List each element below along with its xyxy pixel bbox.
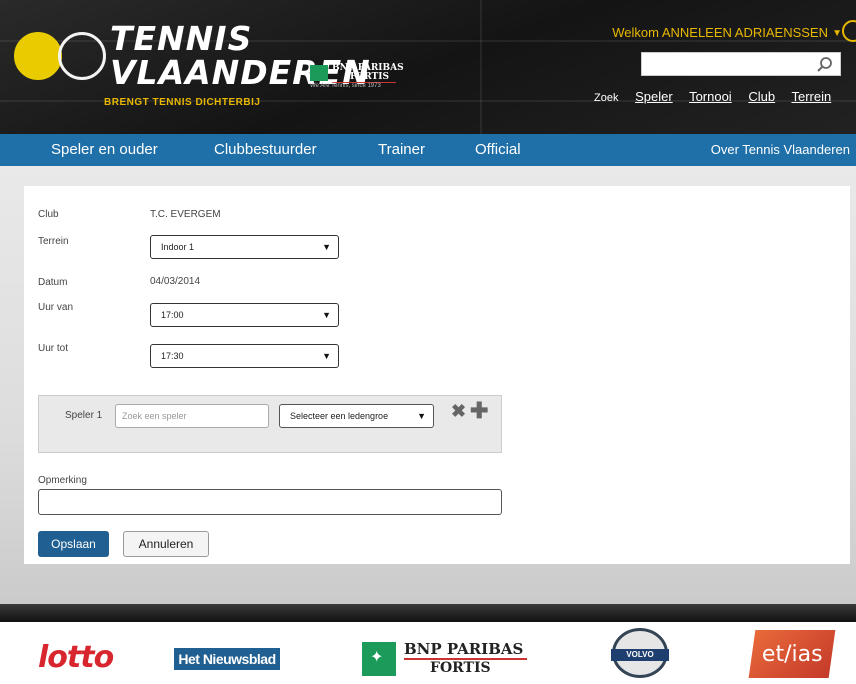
uur-van-select[interactable]: 17:00 ▼ <box>150 303 339 327</box>
remove-player-icon[interactable]: ✖ <box>451 401 466 422</box>
bnp-fortis-logo-name[interactable]: FORTIS <box>430 660 491 676</box>
uur-tot-selected: 17:30 <box>161 351 184 361</box>
nav-item-speler-en-ouder[interactable]: Speler en ouder <box>51 141 158 158</box>
bnp-star-icon[interactable]: ✦ <box>362 642 396 676</box>
search-input[interactable] <box>641 52 841 76</box>
tennis-ball-outline-icon <box>58 32 106 80</box>
reservation-form: Club T.C. EVERGEM Terrein Indoor 1 ▼ Dat… <box>24 186 850 564</box>
datum-label: Datum <box>38 277 68 288</box>
opmerking-label: Opmerking <box>38 475 87 486</box>
volvo-logo[interactable]: VOLVO <box>611 628 669 678</box>
chevron-down-icon: ▼ <box>322 351 331 361</box>
main-nav: Speler en ouder Clubbestuurder Trainer O… <box>0 134 856 166</box>
star-icon: ✦ <box>370 649 384 666</box>
user-avatar-icon[interactable] <box>842 20 856 42</box>
search-links-label: Zoek <box>594 92 619 104</box>
tennis-vlaanderen-logo[interactable]: TENNIS VLAANDEREN BRENGT TENNIS DICHTERB… <box>14 19 370 122</box>
user-dropdown-caret-icon[interactable]: ▼ <box>832 28 842 39</box>
uur-tot-select[interactable]: 17:30 ▼ <box>150 344 339 368</box>
member-group-selected: Selecteer een ledengroe <box>290 411 389 421</box>
club-label: Club <box>38 209 59 220</box>
uur-van-label: Uur van <box>38 302 74 313</box>
chevron-down-icon: ▼ <box>322 242 331 252</box>
player-search-placeholder: Zoek een speler <box>122 411 187 421</box>
player-label: Speler 1 <box>65 410 103 421</box>
terrein-selected: Indoor 1 <box>161 242 195 252</box>
het-nieuwsblad-logo[interactable]: Het Nieuwsblad <box>174 648 280 670</box>
search-link-terrein[interactable]: Terrein <box>791 89 831 104</box>
ethias-logo-text: et/ias <box>761 642 823 667</box>
nav-item-trainer[interactable]: Trainer <box>378 141 425 158</box>
search-category-links: Zoek Speler Tornooi Club Terrein <box>594 89 844 104</box>
search-link-club[interactable]: Club <box>748 89 775 104</box>
volvo-logo-text: VOLVO <box>611 649 669 661</box>
nav-item-over-tennis-vlaanderen[interactable]: Over Tennis Vlaanderen <box>711 142 850 157</box>
uur-van-selected: 17:00 <box>161 310 184 320</box>
bnp-star-icon <box>310 65 328 81</box>
datum-value: 04/03/2014 <box>150 276 201 287</box>
search-link-tornooi[interactable]: Tornooi <box>689 89 732 104</box>
chevron-down-icon: ▼ <box>417 411 426 421</box>
chevron-down-icon: ▼ <box>322 310 331 320</box>
logo-title-line1: TENNIS <box>110 19 253 58</box>
nav-item-official[interactable]: Official <box>475 141 521 158</box>
footer-divider <box>0 604 856 622</box>
cancel-button[interactable]: Annuleren <box>123 531 209 557</box>
sponsor-name: BNP PARIBAS FORTIS <box>332 64 404 82</box>
court-line <box>480 0 482 134</box>
sponsor-bar: lotto Het Nieuwsblad ✦ BNP PARIBAS FORTI… <box>0 622 856 684</box>
bnp-paribas-header-logo: BNP PARIBAS FORTIS We Are Tennis, since … <box>310 62 420 92</box>
logo-tagline: BRENGT TENNIS DICHTERBIJ <box>104 97 261 108</box>
save-button[interactable]: Opslaan <box>38 531 109 557</box>
terrein-label: Terrein <box>38 236 69 247</box>
player-row: Speler 1 Zoek een speler Selecteer een l… <box>38 395 502 453</box>
search-icon[interactable] <box>816 56 834 74</box>
terrein-select[interactable]: Indoor 1 ▼ <box>150 235 339 259</box>
player-search-input[interactable]: Zoek een speler <box>115 404 269 428</box>
search-link-speler[interactable]: Speler <box>635 89 673 104</box>
opmerking-input[interactable] <box>38 489 502 515</box>
welcome-user[interactable]: Welkom ANNELEEN ADRIAENSSEN <box>612 25 828 40</box>
ethias-logo[interactable]: et/ias <box>748 630 836 678</box>
tennis-ball-icon <box>14 32 62 80</box>
site-header: TENNIS VLAANDEREN BRENGT TENNIS DICHTERB… <box>0 0 856 134</box>
add-player-icon[interactable]: ✚ <box>470 398 488 424</box>
bnp-paribas-logo-name[interactable]: BNP PARIBAS <box>404 640 523 658</box>
club-value: T.C. EVERGEM <box>150 209 221 220</box>
lotto-logo[interactable]: lotto <box>38 640 114 675</box>
sponsor-name-line2: FORTIS <box>350 72 389 82</box>
uur-tot-label: Uur tot <box>38 343 69 354</box>
sponsor-subtitle: We Are Tennis, since 1973 <box>310 83 381 89</box>
nav-item-clubbestuurder[interactable]: Clubbestuurder <box>214 141 317 158</box>
member-group-select[interactable]: Selecteer een ledengroe ▼ <box>279 404 434 428</box>
